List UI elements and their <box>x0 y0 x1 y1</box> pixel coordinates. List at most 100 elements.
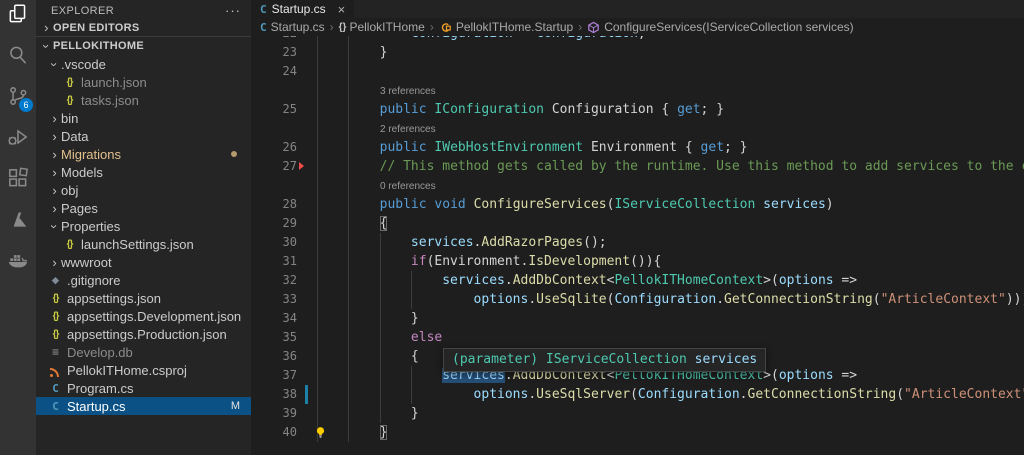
git-file-icon: ◆ <box>52 274 59 285</box>
tree-item[interactable]: › obj <box>36 181 251 199</box>
line-number[interactable]: 27 <box>251 157 297 176</box>
line-number[interactable]: 35 <box>251 328 297 347</box>
code-line[interactable]: 39 } <box>251 404 1024 423</box>
line-number[interactable]: 26 <box>251 138 297 157</box>
code-line[interactable]: 25 public IConfiguration Configuration {… <box>251 100 1024 119</box>
project-root-header[interactable]: › PELLOKITHOME <box>36 37 251 55</box>
breadcrumb-item-namespace[interactable]: { } PellokITHome <box>339 20 425 34</box>
tree-item[interactable]: {} launchSettings.json <box>36 235 251 253</box>
codelens-references[interactable]: 3 references <box>251 81 1024 100</box>
code-line[interactable]: 40 } <box>251 423 1024 442</box>
run-and-debug-icon[interactable] <box>0 116 36 157</box>
codelens-references[interactable]: 0 references <box>251 176 1024 195</box>
code-line[interactable]: 22 Configuration = configuration; <box>251 36 1024 43</box>
code-text: // This method gets called by the runtim… <box>379 159 1024 174</box>
code-line[interactable]: 38 options.UseSqlServer(Configuration.Ge… <box>251 385 1024 404</box>
azure-icon[interactable] <box>0 198 36 239</box>
breadcrumb-label: Startup.cs <box>270 20 325 34</box>
explorer-title: EXPLORER <box>51 4 115 17</box>
parameter-hint-tooltip: (parameter) IServiceCollection services <box>443 348 767 372</box>
tree-item[interactable]: C Startup.cs M <box>36 397 251 415</box>
code-line[interactable]: 27 // This method gets called by the run… <box>251 157 1024 176</box>
line-number[interactable]: 28 <box>251 195 297 214</box>
gutter-decorations <box>297 62 317 81</box>
vscode-window: 6 EXPLORER ··· › OPEN EDITORS › PELLOKIT… <box>0 0 1024 455</box>
code-text: { <box>379 216 388 231</box>
tree-item[interactable]: › .vscode <box>36 55 251 73</box>
tree-item[interactable]: › Properties <box>36 217 251 235</box>
code-line[interactable]: 32 services.AddDbContext<PellokITHomeCon… <box>251 271 1024 290</box>
close-tab-icon[interactable]: × <box>338 2 346 17</box>
tree-item-label: Models <box>61 164 103 180</box>
tree-item-label: appsettings.Production.json <box>67 326 227 342</box>
line-number[interactable]: 30 <box>251 233 297 252</box>
tree-item[interactable]: › Models <box>36 163 251 181</box>
tree-item[interactable]: {} appsettings.Production.json <box>36 325 251 343</box>
code-line[interactable]: 23 } <box>251 43 1024 62</box>
git-status-badge: M <box>230 400 240 412</box>
explorer-icon[interactable] <box>0 0 36 34</box>
code-line[interactable]: 30 services.AddRazorPages(); <box>251 233 1024 252</box>
code-line[interactable]: 26 public IWebHostEnvironment Environmen… <box>251 138 1024 157</box>
line-number[interactable]: 25 <box>251 100 297 119</box>
code-line[interactable]: 33 options.UseSqlite(Configuration.GetCo… <box>251 290 1024 309</box>
tree-item-label: launchSettings.json <box>81 236 194 252</box>
tree-item-label: Startup.cs <box>67 398 126 414</box>
chevron-down-icon: › <box>39 43 54 49</box>
json-file-icon: {} <box>66 76 74 88</box>
docker-icon[interactable] <box>0 239 36 280</box>
breadcrumb-item-file[interactable]: C Startup.cs <box>260 20 325 34</box>
code-line[interactable]: 24 <box>251 62 1024 81</box>
tree-item[interactable]: {} appsettings.Development.json <box>36 307 251 325</box>
line-number[interactable]: 22 <box>251 36 297 43</box>
explorer-more-actions-icon[interactable]: ··· <box>225 4 241 17</box>
line-number[interactable]: 36 <box>251 347 297 366</box>
code-line[interactable]: 35 else <box>251 328 1024 347</box>
tooltip-text <box>687 352 695 367</box>
tree-item[interactable]: {} appsettings.json <box>36 289 251 307</box>
line-number[interactable]: 39 <box>251 404 297 423</box>
code-line[interactable]: 34 } <box>251 309 1024 328</box>
tree-item[interactable]: › wwwroot <box>36 253 251 271</box>
code-line[interactable]: 28 public void ConfigureServices(IServic… <box>251 195 1024 214</box>
extensions-icon[interactable] <box>0 157 36 198</box>
line-number[interactable]: 32 <box>251 271 297 290</box>
tree-item-label: Develop.db <box>67 344 133 360</box>
error-marker-icon <box>299 162 304 170</box>
tree-item-label: PellokITHome.csproj <box>67 362 187 378</box>
line-number[interactable]: 29 <box>251 214 297 233</box>
line-number[interactable]: 34 <box>251 309 297 328</box>
line-number[interactable]: 40 <box>251 423 297 442</box>
tree-item[interactable]: › Data <box>36 127 251 145</box>
tree-item-label: launch.json <box>81 74 147 90</box>
codelens-references[interactable]: 2 references <box>251 119 1024 138</box>
code-editor[interactable]: 22 Configuration = configuration;23 }243… <box>251 36 1024 455</box>
open-editors-header[interactable]: › OPEN EDITORS <box>36 19 251 37</box>
breadcrumb-item-class[interactable]: PellokITHome.Startup <box>439 20 573 34</box>
tab-startup-cs[interactable]: C Startup.cs × <box>251 0 355 18</box>
code-line[interactable]: 29 { <box>251 214 1024 233</box>
line-number[interactable]: 37 <box>251 366 297 385</box>
search-icon[interactable] <box>0 34 36 75</box>
code-text: Configuration = configuration; <box>317 36 646 43</box>
line-number[interactable]: 23 <box>251 43 297 62</box>
tree-item[interactable]: {} tasks.json <box>36 91 251 109</box>
tree-item[interactable]: PellokITHome.csproj <box>36 361 251 379</box>
source-control-icon[interactable]: 6 <box>0 75 36 116</box>
tree-item[interactable]: ◆ .gitignore <box>36 271 251 289</box>
tree-item[interactable]: C Program.cs <box>36 379 251 397</box>
line-number[interactable]: 24 <box>251 62 297 81</box>
line-number[interactable]: 33 <box>251 290 297 309</box>
breadcrumb-item-method[interactable]: ConfigureServices(IServiceCollection ser… <box>587 20 854 34</box>
chevron-right-icon: › <box>44 20 49 35</box>
tree-item-label: Program.cs <box>67 380 134 396</box>
lightbulb-icon[interactable] <box>314 426 327 439</box>
tree-item[interactable]: {} launch.json <box>36 73 251 91</box>
line-number[interactable]: 38 <box>251 385 297 404</box>
tree-item[interactable]: › Migrations <box>36 145 251 163</box>
code-line[interactable]: 31 if(Environment.IsDevelopment()){ <box>251 252 1024 271</box>
line-number[interactable]: 31 <box>251 252 297 271</box>
tree-item[interactable]: › bin <box>36 109 251 127</box>
tree-item[interactable]: ≡ Develop.db <box>36 343 251 361</box>
tree-item[interactable]: › Pages <box>36 199 251 217</box>
